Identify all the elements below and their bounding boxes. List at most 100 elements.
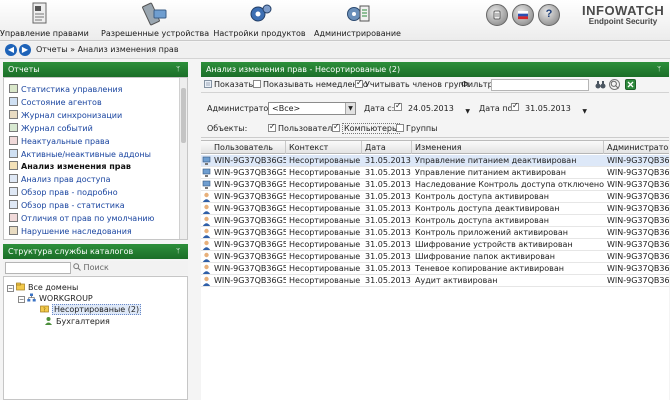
table-cell-user: WIN-9G37QB36G58\... bbox=[214, 276, 286, 285]
pin-icon[interactable]: ᛘ bbox=[657, 65, 665, 74]
report-item[interactable]: Обзор прав - подробно bbox=[9, 187, 118, 198]
report-item[interactable]: Журнал синхронизации bbox=[9, 109, 122, 121]
table-row[interactable]: WIN-9G37QB36G58\...Несортированые 31.05.2… bbox=[201, 203, 669, 215]
table-cell-context: Несортированые bbox=[289, 156, 361, 165]
report-item[interactable]: Статистика управления bbox=[9, 84, 122, 95]
inheritance-break-icon bbox=[9, 225, 18, 235]
tree-expander[interactable]: − bbox=[18, 296, 25, 303]
checkbox[interactable] bbox=[394, 101, 402, 111]
forward-button[interactable]: ▶ bbox=[19, 44, 31, 56]
export-excel-button[interactable] bbox=[625, 79, 636, 90]
report-item-label: Неактуальные права bbox=[21, 136, 110, 146]
show-immediately-checkbox[interactable]: Показывать немедленно bbox=[253, 80, 368, 89]
date-to-picker[interactable]: 31.05.2013 ▼ bbox=[525, 102, 587, 115]
report-item[interactable]: Обзор прав - статистика bbox=[9, 200, 125, 211]
search-button[interactable] bbox=[609, 79, 620, 90]
tree-expander[interactable]: − bbox=[7, 285, 14, 292]
table-cell-admin: WIN-9G37QB36... bbox=[607, 192, 669, 201]
report-item[interactable]: Активные/неактивные аддоны bbox=[9, 148, 151, 160]
table-cell-context: Несортированые bbox=[289, 192, 361, 201]
date-from-checkbox[interactable] bbox=[394, 101, 404, 112]
checkbox[interactable] bbox=[396, 124, 404, 132]
toolbar-allowed-devices-button[interactable]: Разрешенные устройства bbox=[101, 0, 210, 41]
table-cell-admin: WIN-9G37QB36... bbox=[607, 180, 669, 189]
directory-panel-title: Структура службы каталогов bbox=[8, 247, 134, 256]
database-button[interactable] bbox=[486, 4, 508, 26]
column-header-user[interactable]: Пользователь bbox=[201, 141, 286, 154]
checkbox[interactable] bbox=[332, 122, 340, 132]
column-header-date[interactable]: Дата bbox=[362, 141, 412, 154]
objects-option-label: Группы bbox=[406, 124, 438, 133]
toolbar-product-settings-button[interactable]: Настройки продуктов bbox=[213, 0, 306, 41]
directory-search-button[interactable]: Поиск bbox=[73, 263, 109, 272]
column-header-admin[interactable]: Администратор bbox=[604, 141, 669, 154]
toolbar-item-label: Разрешенные устройства bbox=[101, 29, 210, 38]
tree-node-accounting[interactable]: Бухгалтерия bbox=[44, 316, 110, 326]
report-item[interactable]: Журнал событий bbox=[9, 122, 93, 134]
checkbox[interactable] bbox=[355, 78, 363, 88]
date-to-checkbox[interactable] bbox=[511, 101, 521, 112]
pin-icon[interactable]: ᛘ bbox=[176, 65, 184, 74]
objects-option-label: Пользователи bbox=[278, 124, 338, 133]
table-row[interactable]: WIN-9G37QB36G58\...Несортированые 31.05.2… bbox=[201, 227, 669, 239]
table-cell-context: Несортированые bbox=[289, 276, 361, 285]
report-item-label: Анализ прав доступа bbox=[21, 175, 111, 185]
reports-scrollbar[interactable] bbox=[179, 78, 187, 239]
tree-node-workgroup[interactable]: − WORKGROUP bbox=[18, 293, 93, 303]
show-button[interactable]: Показать bbox=[204, 80, 253, 89]
table-cell-change: Аудит активирован bbox=[415, 276, 498, 285]
table-cell-date: 31.05.2013 ... bbox=[365, 276, 412, 285]
group-members-checkbox[interactable]: Учитывать членов групп bbox=[355, 78, 469, 89]
pin-icon[interactable]: ᛘ bbox=[176, 247, 184, 256]
table-row[interactable]: WIN-9G37QB36G58 Несортированые 31.05.2013 … bbox=[201, 179, 669, 191]
reports-panel-title: Отчеты bbox=[8, 65, 40, 74]
table-row[interactable]: WIN-9G37QB36G58 Несортированые 31.05.2013 … bbox=[201, 155, 669, 167]
objects-computers-checkbox[interactable]: Компьютеры bbox=[332, 122, 401, 134]
group-members-label: Учитывать членов групп bbox=[365, 80, 469, 89]
binoculars-button[interactable] bbox=[595, 79, 606, 90]
table-cell-context: Несортированые bbox=[289, 252, 361, 261]
report-item[interactable]: Отличия от прав по умолчанию bbox=[9, 213, 154, 224]
table-row[interactable]: WIN-9G37QB36G58\...Несортированые 31.05.2… bbox=[201, 191, 669, 203]
directory-search-input[interactable] bbox=[5, 262, 71, 274]
language-button[interactable] bbox=[512, 4, 534, 26]
table-cell-date: 31.05.2013 ... bbox=[365, 192, 412, 201]
toolbar-rights-management-button[interactable]: Управление правами bbox=[0, 0, 89, 41]
toolbar-administration-button[interactable]: Администрирование bbox=[310, 0, 405, 41]
tree-node-unsorted[interactable]: ? Несортированые (2) bbox=[40, 304, 142, 315]
report-item[interactable]: Неактуальные права bbox=[9, 135, 110, 147]
table-row[interactable]: WIN-9G37QB36G58\...Несортированые 31.05.2… bbox=[201, 239, 669, 251]
chevron-down-icon[interactable]: ▼ bbox=[582, 105, 587, 118]
table-row[interactable]: WIN-9G37QB36G58\...Несортированые 31.05.2… bbox=[201, 215, 669, 227]
filter-input[interactable] bbox=[491, 79, 589, 91]
chevron-down-icon[interactable]: ▼ bbox=[465, 105, 470, 118]
report-item-label: Статистика управления bbox=[21, 85, 123, 94]
report-item-label: Состояние агентов bbox=[21, 97, 102, 107]
table-row[interactable]: WIN-9G37QB36G58\...Несортированые 31.05.2… bbox=[201, 251, 669, 263]
report-item[interactable]: Нарушение наследования bbox=[9, 225, 132, 237]
objects-groups-checkbox[interactable]: Группы bbox=[396, 124, 437, 133]
report-item[interactable]: Состояние агентов bbox=[9, 96, 102, 108]
checkbox[interactable] bbox=[511, 101, 519, 111]
admin-select[interactable]: <Все> ▼ bbox=[268, 102, 356, 115]
table-row[interactable]: WIN-9G37QB36G58\...Несортированые 31.05.2… bbox=[201, 275, 669, 287]
report-item[interactable]: Анализ прав доступа bbox=[9, 174, 111, 185]
objects-users-checkbox[interactable]: Пользователи bbox=[268, 122, 338, 133]
column-header-change[interactable]: Изменения bbox=[412, 141, 604, 154]
column-header-context[interactable]: Контекст bbox=[286, 141, 362, 154]
tree-node-all-domains[interactable]: − Все домены bbox=[7, 282, 78, 292]
checkbox[interactable] bbox=[268, 122, 276, 132]
rights-detail-icon bbox=[9, 187, 18, 197]
help-button[interactable]: ? bbox=[538, 4, 560, 26]
date-from-picker[interactable]: 24.05.2013 ▼ bbox=[408, 102, 470, 115]
back-button[interactable]: ◀ bbox=[5, 44, 17, 56]
agents-icon bbox=[9, 96, 18, 106]
table-row[interactable]: WIN-9G37QB36G58\...Несортированые 31.05.2… bbox=[201, 263, 669, 275]
report-item[interactable]: Анализ изменения прав bbox=[9, 161, 131, 172]
table-cell-date: 31.05.2013 ... bbox=[365, 264, 412, 273]
table-row[interactable]: WIN-9G37QB36G58 Несортированые 31.05.2013 … bbox=[201, 167, 669, 179]
table-cell-admin: WIN-9G37QB36... bbox=[607, 276, 669, 285]
checkbox[interactable] bbox=[253, 80, 261, 88]
chevron-down-icon[interactable]: ▼ bbox=[345, 103, 355, 114]
report-item-label: Обзор прав - подробно bbox=[21, 188, 118, 198]
